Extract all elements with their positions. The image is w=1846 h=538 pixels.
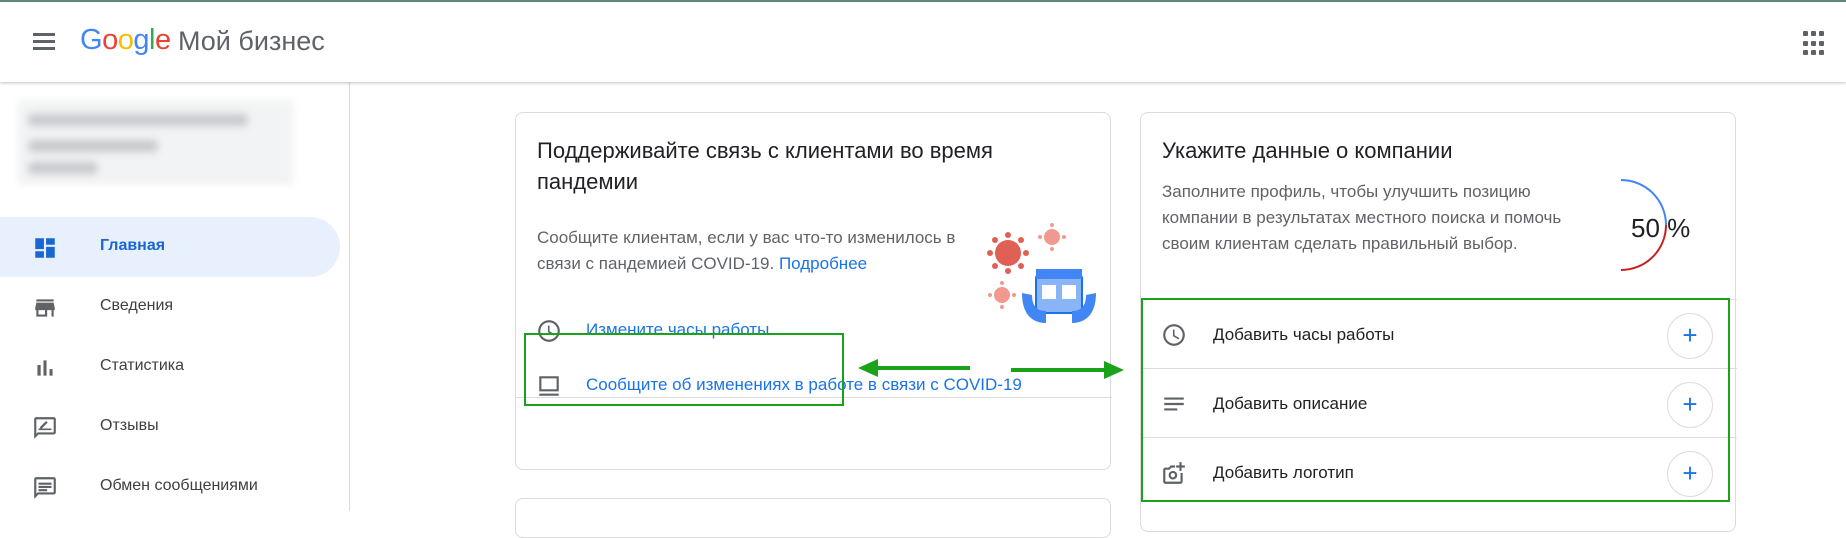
covid-card-title: Поддерживайте связь с клиентами во время… xyxy=(537,138,993,194)
sidebar-item-label: Обмен сообщениями xyxy=(100,477,258,494)
highlight-box-change-hours xyxy=(524,333,844,406)
message-icon xyxy=(34,477,56,499)
sidebar: Главная Сведения Статистика Отзывы Обмен… xyxy=(0,82,350,511)
profile-card-title: Укажите данные о компании xyxy=(1162,138,1453,163)
bar-chart-icon xyxy=(37,360,53,376)
sidebar-item-label: Главная xyxy=(100,237,166,254)
google-apps-icon[interactable] xyxy=(1803,31,1829,57)
product-name: Мой бизнес xyxy=(178,26,325,56)
business-info-blurred xyxy=(18,100,293,185)
covid-card-text: Сообщите клиентам, если у вас что-то изм… xyxy=(537,228,956,273)
app-header: Google Мой бизнес xyxy=(0,2,1846,82)
sidebar-item-messages[interactable]: Обмен сообщениями xyxy=(0,457,340,517)
sidebar-item-info[interactable]: Сведения xyxy=(0,277,340,337)
sidebar-item-label: Сведения xyxy=(100,297,174,314)
next-card-partial xyxy=(515,498,1111,538)
google-logo[interactable]: Google xyxy=(80,24,171,57)
covid-card: Поддерживайте связь с клиентами во время… xyxy=(515,112,1112,470)
rate-review-icon xyxy=(34,417,56,439)
highlight-box-profile-tasks xyxy=(1141,298,1730,502)
sidebar-item-reviews[interactable]: Отзывы xyxy=(0,397,340,457)
sidebar-item-home[interactable]: Главная xyxy=(0,217,340,277)
profile-card-text: Заполните профиль, чтобы улучшить позици… xyxy=(1162,182,1562,253)
profile-progress-label: 50 % xyxy=(1631,213,1691,243)
dashboard-icon xyxy=(35,238,55,258)
main-menu-button[interactable] xyxy=(26,27,60,57)
sidebar-item-statistics[interactable]: Статистика xyxy=(0,337,340,397)
sidebar-item-label: Статистика xyxy=(100,357,185,374)
learn-more-link[interactable]: Подробнее xyxy=(779,254,867,273)
storefront-icon xyxy=(35,299,55,317)
sidebar-item-label: Отзывы xyxy=(100,417,159,434)
